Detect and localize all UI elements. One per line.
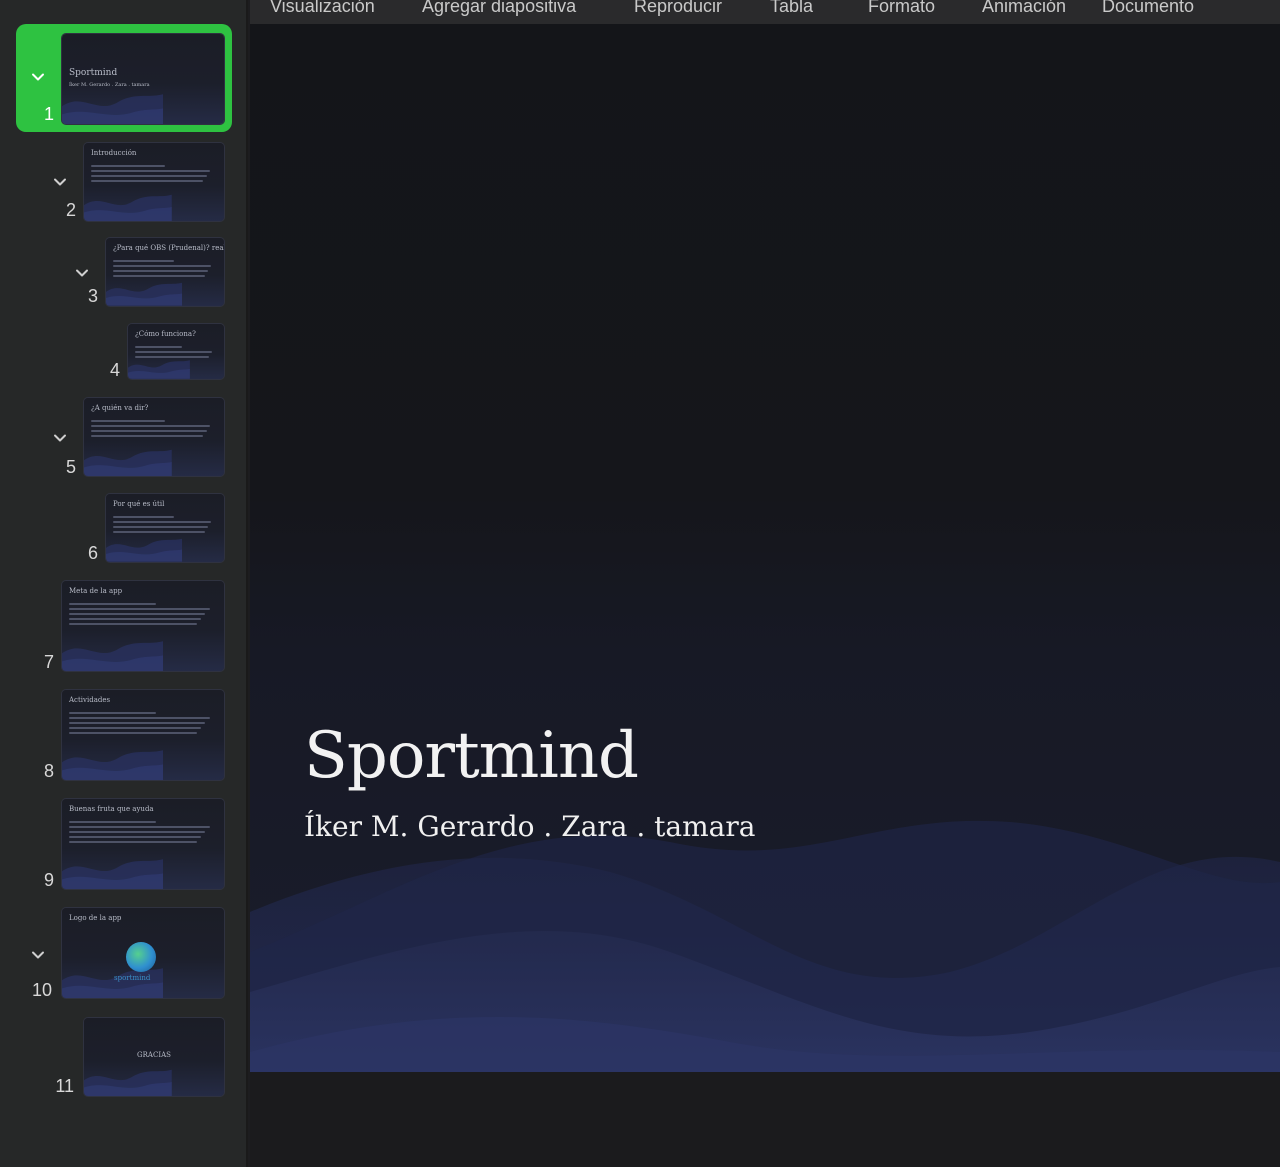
slide-preview-title: Actividades: [69, 696, 111, 704]
slide-preview[interactable]: Por qué es útil: [106, 494, 224, 562]
app-logo-icon: [126, 942, 156, 972]
slide-subtitle[interactable]: Íker M. Gerardo . Zara . tamara: [304, 810, 755, 843]
slide-preview-body: [113, 516, 214, 536]
slide-preview-body: [113, 260, 214, 280]
chevron-down-icon[interactable]: [53, 431, 67, 445]
menu-reproducir[interactable]: Reproducir: [634, 0, 722, 17]
slide-number: 4: [109, 360, 120, 380]
menu-formato[interactable]: Formato: [868, 0, 935, 17]
slide-preview-body: [69, 821, 214, 846]
slide-number: 8: [43, 761, 54, 781]
slide-canvas: Sportmind Íker M. Gerardo . Zara . tamar…: [250, 24, 1280, 1167]
wave-background: [250, 820, 1280, 1072]
thumbnail-wave: [62, 858, 164, 889]
slide-number: 10: [31, 980, 52, 1000]
slide-preview[interactable]: Sportmind Íker M. Gerardo . Zara . tamara: [62, 34, 224, 124]
slide-number: 11: [55, 1076, 74, 1096]
thumbnail-wave: [62, 640, 164, 671]
slide-number: 9: [43, 870, 54, 890]
slide-number: 5: [65, 457, 76, 477]
app-logo-text: sportmind: [114, 974, 151, 982]
current-slide[interactable]: Sportmind Íker M. Gerardo . Zara . tamar…: [250, 24, 1280, 1072]
slide-preview-title: Meta de la app: [69, 587, 123, 595]
slide-number: 7: [43, 652, 54, 672]
chevron-down-icon[interactable]: [75, 266, 89, 280]
chevron-down-icon[interactable]: [31, 70, 45, 84]
slide-preview[interactable]: Introducción: [84, 143, 224, 221]
slide-preview-body: [91, 420, 214, 440]
thumbnail-wave: [62, 93, 164, 124]
slide-preview-title: Sportmind: [69, 68, 118, 78]
slide-number: 2: [65, 200, 76, 220]
slide-preview-title: Por qué es útil: [113, 500, 165, 508]
slide-title[interactable]: Sportmind: [304, 719, 639, 793]
slide-preview-title: GRACIAS: [137, 1050, 171, 1059]
slide-number: 6: [87, 543, 98, 563]
slide-preview-title: Buenas fruta que ayuda: [69, 805, 154, 813]
menu-agregar-diapositiva[interactable]: Agregar diapositiva: [422, 0, 576, 17]
menu-visualizacion[interactable]: Visualización: [270, 0, 375, 17]
menu-tabla[interactable]: Tabla: [770, 0, 813, 17]
slide-preview[interactable]: Logo de la app sportmind: [62, 908, 224, 998]
slide-preview[interactable]: ¿A quién va dir?: [84, 398, 224, 476]
thumbnail-wave: [62, 749, 164, 780]
slide-preview-subtitle: Íker M. Gerardo . Zara . tamara: [69, 82, 150, 88]
slide-preview[interactable]: ¿Cómo funciona?: [128, 324, 224, 379]
slide-preview-body: [69, 603, 214, 628]
slide-preview-title: ¿Para qué OBS (Prudenal)? reales: [113, 244, 224, 252]
toolbar: Visualización Agregar diapositiva Reprod…: [250, 0, 1280, 24]
slide-preview[interactable]: GRACIAS: [84, 1018, 224, 1096]
slide-preview[interactable]: Buenas fruta que ayuda: [62, 799, 224, 889]
chevron-down-icon[interactable]: [53, 175, 67, 189]
menu-documento[interactable]: Documento: [1102, 0, 1194, 17]
slide-preview-title: ¿A quién va dir?: [91, 404, 149, 412]
slide-preview-title: Logo de la app: [69, 914, 122, 922]
slide-navigator: Sportmind Íker M. Gerardo . Zara . tamara…: [0, 0, 248, 1167]
menu-animacion[interactable]: Animación: [982, 0, 1066, 17]
slide-preview[interactable]: Actividades: [62, 690, 224, 780]
slide-preview-body: [91, 165, 214, 185]
slide-preview[interactable]: Meta de la app: [62, 581, 224, 671]
slide-number: 1: [43, 104, 54, 124]
slide-number: 3: [87, 286, 98, 306]
slide-preview-body: [69, 712, 214, 737]
thumbnail-wave: [84, 194, 172, 221]
slide-preview-body: [135, 346, 214, 361]
slide-preview-title: ¿Cómo funciona?: [135, 330, 196, 338]
slide-preview[interactable]: ¿Para qué OBS (Prudenal)? reales: [106, 238, 224, 306]
chevron-down-icon[interactable]: [31, 948, 45, 962]
thumbnail-wave: [84, 449, 172, 476]
slide-preview-title: Introducción: [91, 149, 137, 157]
thumbnail-wave: [84, 1069, 172, 1096]
